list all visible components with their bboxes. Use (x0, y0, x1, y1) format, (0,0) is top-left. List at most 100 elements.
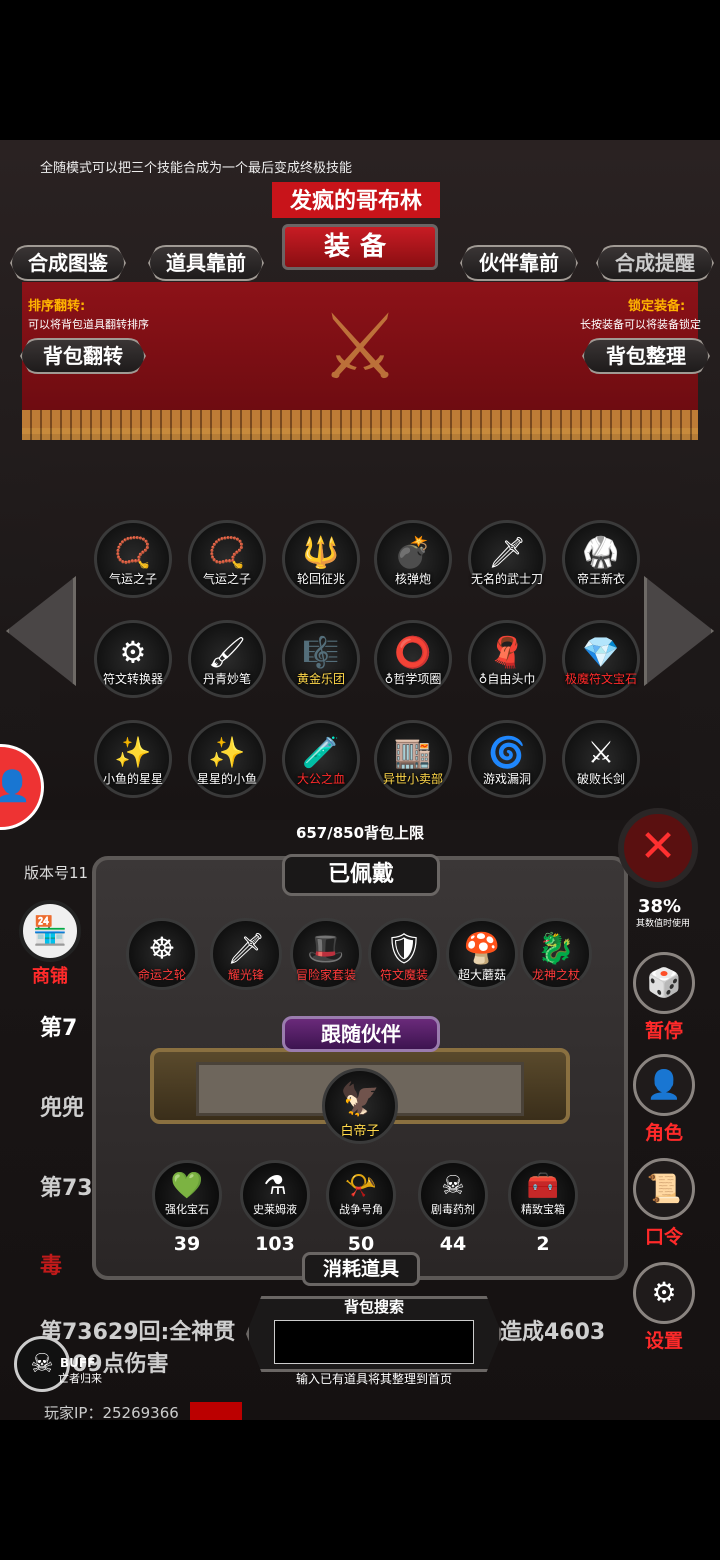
shop-button[interactable]: 🏪 商铺 (18, 900, 82, 988)
rune-armor-icon: 🛡 (384, 931, 424, 967)
consumable-count: 44 (439, 1233, 467, 1255)
item-name: 异世小卖部 (382, 772, 443, 786)
consumable-slot[interactable]: 🧰 精致宝箱 2 (508, 1160, 578, 1255)
inventory-slot[interactable]: 🧣 ♁自由头巾 (468, 620, 546, 698)
cannon-icon: 💣 (394, 535, 432, 571)
equipped-slot[interactable]: 🎩 冒险家套装 (290, 918, 362, 990)
item-name: 核弹炮 (394, 572, 431, 586)
consumable-name: 精致宝箱 (521, 1203, 565, 1216)
consumable-count: 2 (536, 1233, 550, 1255)
necklace-icon: 📿 (208, 535, 246, 571)
consumable-slot[interactable]: ⚗ 史莱姆液 103 (240, 1160, 310, 1255)
settings-label: 设置 (644, 1330, 683, 1352)
gem-icon: 💎 (582, 635, 620, 671)
equipped-name: 冒险家套装 (295, 968, 356, 982)
consumable-slot[interactable]: 💚 强化宝石 39 (152, 1160, 222, 1255)
light-blade-icon: 🗡 (226, 931, 266, 967)
crossed-swords-emblem-icon: ⚔ (319, 295, 401, 400)
inventory-slot[interactable]: ⚔ 破败长剑 (562, 720, 640, 798)
item-name: 星星的小鱼 (196, 772, 257, 786)
equipped-slot[interactable]: 🗡 耀光锋 (210, 918, 282, 990)
search-hint: 输入已有道具将其整理到首页 (295, 1372, 452, 1386)
dragon-staff-icon: 🐉 (537, 931, 575, 967)
companion-slot[interactable]: 🦅 白帝子 (322, 1068, 398, 1144)
buff-title: BUFF (60, 1356, 96, 1370)
code-button[interactable]: 📜 口令 (632, 1158, 696, 1249)
inventory-slot[interactable]: 🏬 异世小卖部 (374, 720, 452, 798)
consumable-slot[interactable]: 📯 战争号角 50 (326, 1160, 396, 1255)
equipped-slot[interactable]: 🐉 龙神之杖 (520, 918, 592, 990)
pause-label: 暂停 (644, 1020, 683, 1042)
item-name: 丹青妙笔 (202, 672, 251, 686)
boss-name: 发疯的哥布林 (272, 182, 440, 218)
sword-icon: ⚔ (587, 735, 615, 771)
collar-icon: ⭕ (394, 635, 432, 671)
inventory-slot[interactable]: ✨ 星星的小鱼 (188, 720, 266, 798)
wheel-icon: ☸ (148, 931, 176, 967)
log-line: 造成4603 (500, 1320, 606, 1345)
character-icon: 👤 (633, 1054, 695, 1116)
companion-title: 跟随伙伴 (282, 1016, 440, 1052)
sort-flip-desc: 可以将背包道具翻转排序 (28, 318, 149, 331)
bag-capacity: 657/850背包上限 (295, 824, 425, 842)
item-name: ♁自由头巾 (478, 672, 536, 686)
inventory-slot[interactable]: 💣 核弹炮 (374, 520, 452, 598)
inventory-slot[interactable]: 🔱 轮回征兆 (282, 520, 360, 598)
log-line: 第73629回:全神贯 (40, 1320, 236, 1345)
inventory-slot[interactable]: 💎 极魔符文宝石 (562, 620, 640, 698)
inventory-slot[interactable]: ✨ 小鱼的星星 (94, 720, 172, 798)
inventory-slot[interactable]: 🧪 大公之血 (282, 720, 360, 798)
synth-guide-button[interactable]: 合成图鉴 (10, 245, 126, 281)
inventory-slot[interactable]: 🌀 游戏漏洞 (468, 720, 546, 798)
inventory-slot[interactable]: 🎼 黄金乐团 (282, 620, 360, 698)
curtain-fringe (22, 410, 698, 440)
sort-flip-label: 排序翻转: (28, 299, 86, 314)
mushroom-icon: 🍄 (463, 931, 501, 967)
equipped-slot[interactable]: 🍄 超大蘑菇 (446, 918, 518, 990)
player-ip: 玩家IP：25269366 (44, 1404, 179, 1422)
green-gem-icon: 💚 (170, 1171, 204, 1202)
chest-icon: 🧰 (526, 1171, 560, 1202)
equipped-slot[interactable]: 🛡 符文魔装 (368, 918, 440, 990)
log-line: 第73 (40, 1176, 93, 1201)
portal-icon: 🌀 (488, 735, 526, 771)
item-name: 破败长剑 (576, 772, 625, 786)
role-button[interactable]: 👤 角色 (632, 1054, 696, 1145)
log-line: 毒 (40, 1254, 63, 1279)
buff-sub: 亡者归来 (58, 1372, 102, 1385)
items-first-button[interactable]: 道具靠前 (148, 245, 264, 281)
consumable-slot[interactable]: ☠ 剧毒药剂 44 (418, 1160, 488, 1255)
equipped-slot[interactable]: ☸ 命运之轮 (126, 918, 198, 990)
inventory-slot[interactable]: 📿 气运之子 (188, 520, 266, 598)
synth-hint-button[interactable]: 合成提醒 (596, 245, 714, 281)
bag-search-input[interactable] (274, 1320, 474, 1364)
bird-icon: 🦅 (340, 1080, 380, 1118)
consumable-name: 战争号角 (339, 1203, 383, 1216)
equipped-name: 符文魔装 (379, 968, 428, 982)
item-name: 帝王新衣 (576, 572, 625, 586)
search-label: 背包搜索 (343, 1298, 404, 1316)
equipped-name: 命运之轮 (137, 968, 186, 982)
bag-flip-button[interactable]: 背包翻转 (20, 338, 146, 374)
lock-equip-desc: 长按装备可以将装备锁定 (580, 318, 701, 331)
item-name: 气运之子 (202, 572, 251, 586)
role-label: 角色 (644, 1122, 683, 1144)
lyre-icon: 🎼 (302, 635, 340, 671)
inventory-slot[interactable]: 🗡 无名的武士刀 (468, 520, 546, 598)
inventory-slot[interactable]: 🥋 帝王新衣 (562, 520, 640, 598)
staff-icon: 🔱 (302, 535, 340, 571)
inventory-slot[interactable]: 📿 气运之子 (94, 520, 172, 598)
partner-first-button[interactable]: 伙伴靠前 (460, 245, 578, 281)
percent-value: 38% (638, 896, 682, 917)
settings-button[interactable]: ⚙ 设置 (632, 1262, 696, 1353)
pause-button[interactable]: 🎲 暂停 (632, 952, 696, 1043)
inventory-slot[interactable]: ⚙ 符文转换器 (94, 620, 172, 698)
gear-icon: ⚙ (633, 1262, 695, 1324)
inventory-slot[interactable]: ⭕ ♁哲学项圈 (374, 620, 452, 698)
horn-icon: 📯 (344, 1171, 378, 1202)
adventurer-icon: 🎩 (307, 931, 345, 967)
bag-sort-button[interactable]: 背包整理 (582, 338, 710, 374)
inventory-slot[interactable]: 🖌 丹青妙笔 (188, 620, 266, 698)
consumables-title: 消耗道具 (302, 1252, 420, 1286)
close-icon[interactable]: ✕ (618, 808, 698, 888)
